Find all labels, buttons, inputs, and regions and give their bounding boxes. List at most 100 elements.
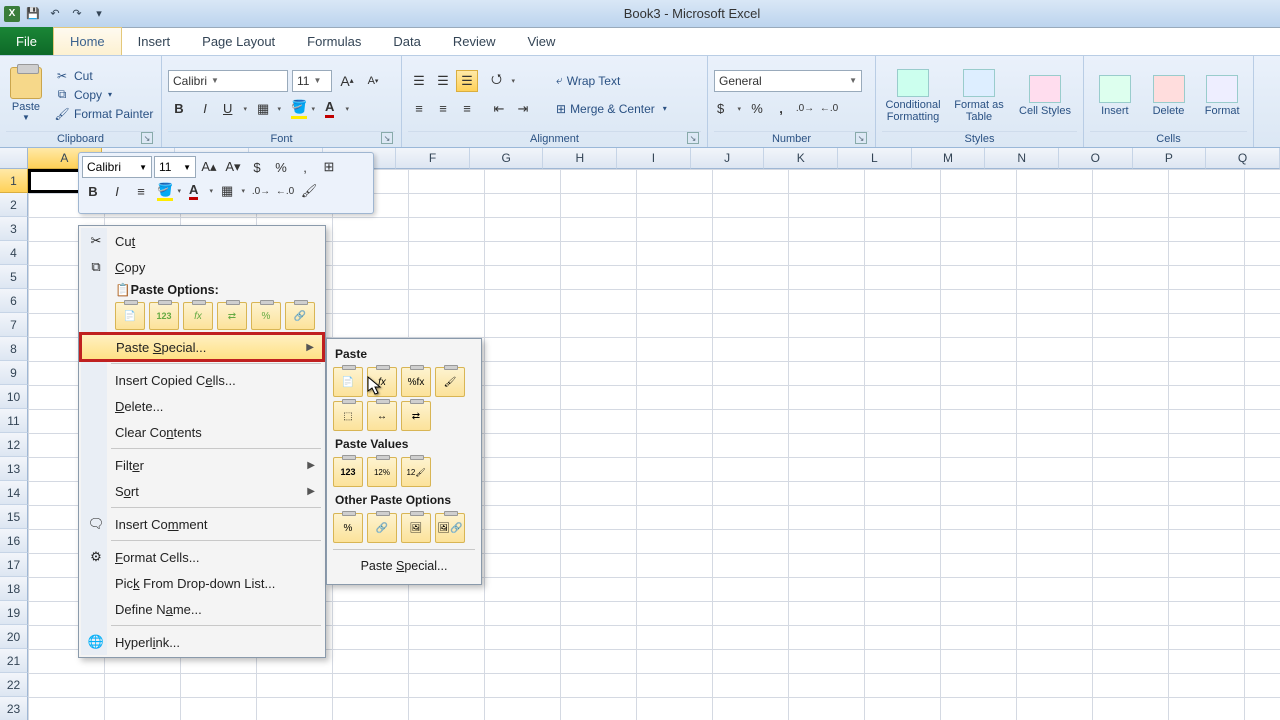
paste-option-paste[interactable]: 📄 xyxy=(115,302,145,330)
sub-formulas-number[interactable]: %fx xyxy=(401,367,431,397)
cm-copy[interactable]: ⧉Copy xyxy=(81,254,323,280)
mini-grow-font-icon[interactable]: A▴ xyxy=(198,156,220,178)
number-format-combo[interactable]: General▼ xyxy=(714,70,862,92)
mini-dec-dec-icon[interactable]: ←.0 xyxy=(274,180,296,202)
mini-painter-icon[interactable]: 🖌 xyxy=(298,180,320,202)
paste-option-link[interactable]: 🔗 xyxy=(285,302,315,330)
excel-icon[interactable]: X xyxy=(4,6,20,22)
tab-page-layout[interactable]: Page Layout xyxy=(186,27,291,55)
mini-fill-color-button[interactable]: 🪣▾ xyxy=(154,180,184,202)
cell-styles-button[interactable]: Cell Styles xyxy=(1014,73,1076,117)
tab-insert[interactable]: Insert xyxy=(122,27,187,55)
increase-indent-icon[interactable]: ⇥ xyxy=(512,98,534,120)
row-header-13[interactable]: 13 xyxy=(0,457,28,481)
redo-icon[interactable]: ↷ xyxy=(68,5,86,23)
font-launcher[interactable]: ↘ xyxy=(381,132,393,144)
conditional-formatting-button[interactable]: Conditional Formatting xyxy=(882,67,944,123)
clipboard-launcher[interactable]: ↘ xyxy=(141,132,153,144)
row-header-16[interactable]: 16 xyxy=(0,529,28,553)
paste-option-transpose[interactable]: ⇄ xyxy=(217,302,247,330)
format-cells-button[interactable]: Format xyxy=(1197,73,1247,117)
decrease-font-icon[interactable]: A▾ xyxy=(362,70,384,92)
increase-decimal-icon[interactable]: .0→ xyxy=(794,98,816,120)
row-header-5[interactable]: 5 xyxy=(0,265,28,289)
col-header-J[interactable]: J xyxy=(691,148,765,169)
sub-paste-special-cmd[interactable]: Paste Special... xyxy=(333,554,475,578)
col-header-L[interactable]: L xyxy=(838,148,912,169)
align-top-icon[interactable]: ☰ xyxy=(408,70,430,92)
sub-picture[interactable]: 🖼 xyxy=(401,513,431,543)
col-header-G[interactable]: G xyxy=(470,148,544,169)
undo-icon[interactable]: ↶ xyxy=(46,5,64,23)
mini-bold-button[interactable]: B xyxy=(82,180,104,202)
row-header-10[interactable]: 10 xyxy=(0,385,28,409)
qat-dropdown-icon[interactable]: ▾ xyxy=(90,5,108,23)
font-name-combo[interactable]: Calibri▼ xyxy=(168,70,288,92)
align-center-icon[interactable]: ≡ xyxy=(432,98,454,120)
row-header-8[interactable]: 8 xyxy=(0,337,28,361)
col-header-P[interactable]: P xyxy=(1133,148,1207,169)
copy-button[interactable]: ⧉Copy▾ xyxy=(54,87,153,103)
col-header-H[interactable]: H xyxy=(543,148,617,169)
paste-option-values[interactable]: 123 xyxy=(149,302,179,330)
paste-button[interactable]: Paste ▼ xyxy=(6,67,46,122)
mini-border-button[interactable]: ▦▾ xyxy=(218,180,248,202)
delete-cells-button[interactable]: Delete xyxy=(1144,73,1194,117)
col-header-Q[interactable]: Q xyxy=(1206,148,1280,169)
cm-format-cells[interactable]: ⚙Format Cells... xyxy=(81,544,323,570)
sub-values-number[interactable]: 12% xyxy=(367,457,397,487)
bold-button[interactable]: B xyxy=(168,98,190,120)
sub-keep-formatting[interactable]: 🖌 xyxy=(435,367,465,397)
tab-review[interactable]: Review xyxy=(437,27,512,55)
format-as-table-button[interactable]: Format as Table xyxy=(948,67,1010,123)
insert-cells-button[interactable]: Insert xyxy=(1090,73,1140,117)
cm-pick-from-list[interactable]: Pick From Drop-down List... xyxy=(81,570,323,596)
mini-shrink-font-icon[interactable]: A▾ xyxy=(222,156,244,178)
row-header-6[interactable]: 6 xyxy=(0,289,28,313)
row-header-12[interactable]: 12 xyxy=(0,433,28,457)
cm-hyperlink[interactable]: 🌐Hyperlink... xyxy=(81,629,323,655)
col-header-N[interactable]: N xyxy=(985,148,1059,169)
decrease-decimal-icon[interactable]: ←.0 xyxy=(818,98,840,120)
fill-color-button[interactable]: 🪣▾ xyxy=(288,98,318,120)
row-header-14[interactable]: 14 xyxy=(0,481,28,505)
mini-center-icon[interactable]: ≡ xyxy=(130,180,152,202)
cm-paste-special[interactable]: Paste Special...▶ xyxy=(81,334,323,360)
cm-insert-copied-cells[interactable]: Insert Copied Cells... xyxy=(81,367,323,393)
cm-define-name[interactable]: Define Name... xyxy=(81,596,323,622)
select-all-triangle[interactable] xyxy=(0,148,28,169)
row-header-7[interactable]: 7 xyxy=(0,313,28,337)
mini-italic-button[interactable]: I xyxy=(106,180,128,202)
cut-button[interactable]: ✂Cut xyxy=(54,68,153,84)
sub-no-border[interactable]: ⬚ xyxy=(333,401,363,431)
col-header-K[interactable]: K xyxy=(764,148,838,169)
align-middle-icon[interactable]: ☰ xyxy=(432,70,454,92)
row-header-23[interactable]: 23 xyxy=(0,697,28,720)
font-color-button[interactable]: A▾ xyxy=(322,98,352,120)
mini-size-combo[interactable]: 11▼ xyxy=(154,156,196,178)
font-size-combo[interactable]: 11▼ xyxy=(292,70,332,92)
mini-percent-icon[interactable]: % xyxy=(270,156,292,178)
mini-font-color-button[interactable]: A▾ xyxy=(186,180,216,202)
row-header-20[interactable]: 20 xyxy=(0,625,28,649)
sub-linked-picture[interactable]: 🖼🔗 xyxy=(435,513,465,543)
row-header-3[interactable]: 3 xyxy=(0,217,28,241)
format-painter-button[interactable]: 🖌Format Painter xyxy=(54,106,153,122)
cm-filter[interactable]: Filter▶ xyxy=(81,452,323,478)
align-right-icon[interactable]: ≡ xyxy=(456,98,478,120)
sub-formulas[interactable]: fx xyxy=(367,367,397,397)
paste-option-formulas[interactable]: fx xyxy=(183,302,213,330)
tab-view[interactable]: View xyxy=(511,27,571,55)
cm-sort[interactable]: Sort▶ xyxy=(81,478,323,504)
cm-cut[interactable]: ✂Cut xyxy=(81,228,323,254)
sub-transpose[interactable]: ⇄ xyxy=(401,401,431,431)
orientation-button[interactable]: ⭯▾ xyxy=(488,70,518,92)
sub-formatting[interactable]: % xyxy=(333,513,363,543)
sub-link[interactable]: 🔗 xyxy=(367,513,397,543)
row-header-1[interactable]: 1 xyxy=(0,169,28,193)
number-launcher[interactable]: ↘ xyxy=(855,132,867,144)
row-header-17[interactable]: 17 xyxy=(0,553,28,577)
align-bottom-icon[interactable]: ☰ xyxy=(456,70,478,92)
sub-values[interactable]: 123 xyxy=(333,457,363,487)
sub-keep-width[interactable]: ↔ xyxy=(367,401,397,431)
